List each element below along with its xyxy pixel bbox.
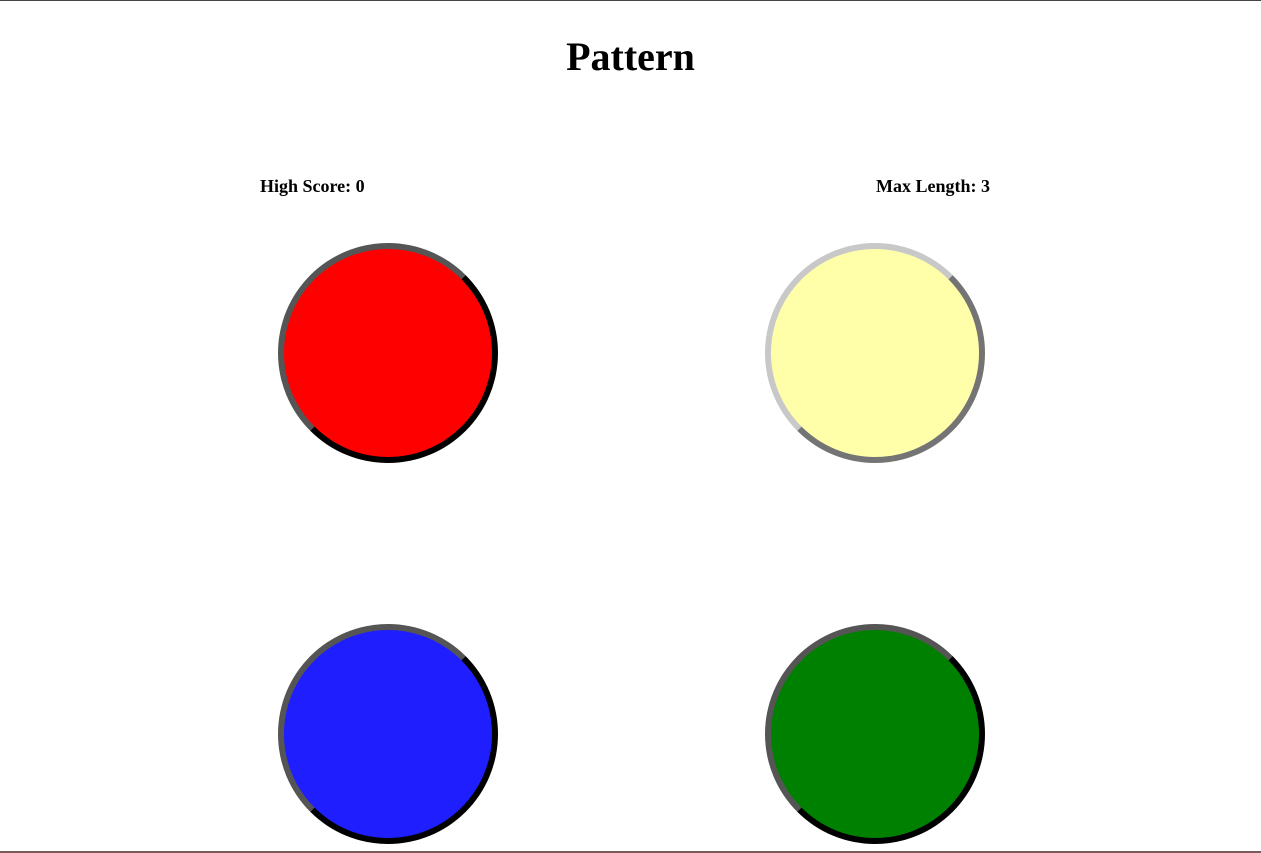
high-score-label: High Score: 0 [260, 176, 365, 196]
page-title: Pattern [566, 34, 695, 79]
yellow-pad-button[interactable] [765, 243, 985, 463]
green-pad-button[interactable] [765, 624, 985, 844]
game-board: Pattern High Score: 0 Max Length: 3 [0, 0, 1261, 853]
blue-pad-button[interactable] [278, 624, 498, 844]
red-pad-button[interactable] [278, 243, 498, 463]
max-length-label: Max Length: 3 [876, 176, 990, 196]
